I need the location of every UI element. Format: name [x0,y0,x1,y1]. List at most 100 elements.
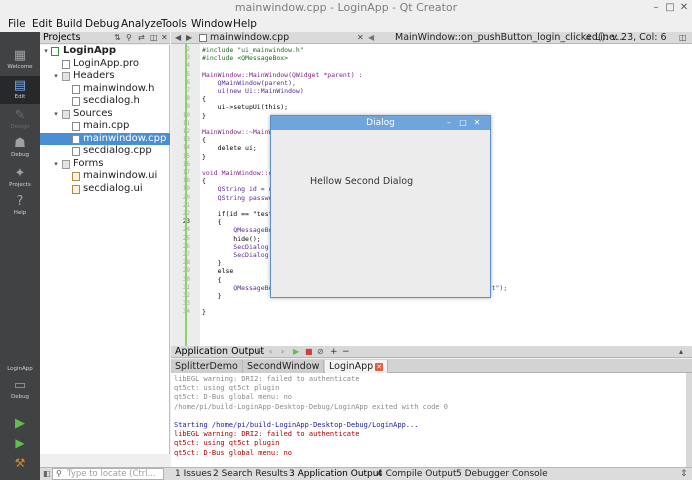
menu-tools[interactable]: Tools [161,16,187,32]
menu-debug[interactable]: Debug [85,16,120,32]
projects-header: Projects ⇅ ⚲ ⇄ ◫ ✕ [40,32,170,44]
tab-loginapp[interactable]: LoginApp ✕ [325,360,389,373]
next-icon[interactable]: › [281,346,284,358]
build-button[interactable]: ⚒ [0,456,40,472]
tree-item-secdialog-h[interactable]: secdialog.h [40,95,170,108]
code-line: delete ui; [202,144,257,153]
pro-file-icon [62,59,70,69]
attach-icon[interactable]: ⊢ [257,346,264,358]
tree-item-secdialog-cpp[interactable]: secdialog.cpp [40,145,170,158]
mode-welcome[interactable]: ▦ Welcome [0,48,40,74]
rerun-icon[interactable]: ▶ [293,346,299,358]
pane-debugger-console[interactable]: 5 Debugger Console [456,468,548,480]
code-line: } [202,111,206,120]
menu-help[interactable]: Help [233,16,257,32]
sort-icon[interactable]: ⇅ [114,32,121,44]
code-line: } [202,292,222,300]
clear-icon[interactable]: ⊘ [317,346,324,358]
mode-projects[interactable]: ✦ Projects [0,166,40,192]
close-document-icon[interactable]: ✕ [357,32,364,44]
tree-item-mainwindow-ui[interactable]: mainwindow.ui [40,170,170,183]
code-line: { [202,275,222,284]
mode-design[interactable]: ✎ Design [0,108,40,134]
menu-build[interactable]: Build [56,16,82,32]
output-scrollbar[interactable] [686,373,692,467]
panes-menu-icon[interactable]: ⇕ [680,468,688,480]
tree-item-mainwindow-h[interactable]: mainwindow.h [40,83,170,96]
project-icon [51,47,59,56]
tab-secondwindow[interactable]: SecondWindow [243,360,325,373]
second-dialog-window[interactable]: Dialog – □ ✕ Hellow Second Dialog [270,115,491,298]
tree-item-secdialog-ui[interactable]: secdialog.ui [40,183,170,196]
tree-item-forms[interactable]: ▾ Forms [40,158,170,171]
chevron-down-icon: ▾ [54,72,58,80]
menu-file[interactable]: File [8,16,26,32]
dialog-close-icon[interactable]: ✕ [471,116,483,130]
mode-edit[interactable]: ▤ Edit [0,76,40,104]
folder-icon [62,159,70,169]
tab-label: SecondWindow [247,361,320,372]
zoom-in-icon[interactable]: + [330,346,338,358]
mode-label: Edit [14,94,26,100]
close-icon[interactable]: ✕ [676,0,692,16]
split-editor-icon[interactable]: ◫ [679,32,687,44]
zoom-out-icon[interactable]: − [342,346,350,358]
menu-edit[interactable]: Edit [32,16,52,32]
menu-window[interactable]: Window [191,16,232,32]
line-number: 31 [172,284,190,291]
line-number: 27 [172,251,190,258]
code-line: ui(new Ui::MainWindow) [202,87,304,95]
line-number: 33 [172,300,190,307]
document-selector[interactable]: mainwindow.cpp [210,32,289,44]
stop-icon[interactable]: ■ [305,346,313,358]
tree-item-sources[interactable]: ▾ Sources [40,108,170,121]
sidebar-toggle-icon[interactable]: ◧ [43,468,51,480]
source-file-icon [72,134,80,144]
close-pane-icon[interactable]: ✕ [161,32,168,44]
code-line: #include <QMessageBox> [202,54,289,63]
cursor-position[interactable]: Line: 23, Col: 6 [595,32,667,44]
tab-splitterdemo[interactable]: SplitterDemo [171,360,243,373]
pane-compile-output[interactable]: 4 Compile Output [377,468,457,480]
prev-icon[interactable]: ‹ [269,346,272,358]
kit-selector[interactable]: ▭ Debug [0,378,40,408]
tree-item-loginapp-pro[interactable]: LoginApp.pro [40,58,170,71]
line-number: 15 [172,153,190,160]
function-chevron-icon: ◀ [368,33,375,42]
line-number: 4 [186,62,190,70]
locator-input[interactable]: ⚲ Type to locate (Ctrl... [52,468,164,480]
code-line: #include "ui_mainwindow.h" [202,46,304,54]
mode-help[interactable]: ? Help [0,194,40,220]
split-icon[interactable]: ◫ [150,32,158,44]
tree-item-mainwindow-cpp[interactable]: mainwindow.cpp [40,132,170,145]
debug-run-button[interactable]: ▶ [0,436,40,452]
tree-item-main-cpp[interactable]: main.cpp [40,120,170,133]
pane-issues[interactable]: 1 Issues [175,468,212,480]
dialog-minimize-icon[interactable]: – [443,116,455,130]
close-tab-icon[interactable]: ✕ [375,363,384,371]
pane-search-results[interactable]: 2 Search Results [213,468,288,480]
line-number: 19 [172,185,190,192]
monitor-icon: ▭ [13,378,27,393]
filter-icon[interactable]: ⚲ [126,32,132,44]
tree-item-loginapp[interactable]: ▾ LoginApp [40,45,170,58]
forward-arrow-icon[interactable]: ▶ [186,32,192,44]
projects-view-selector[interactable]: Projects [43,32,80,44]
tab-label: LoginApp [329,361,374,372]
link-icon[interactable]: ⇄ [138,32,145,44]
dialog-title-bar[interactable]: Dialog – □ ✕ [271,116,490,130]
line-number: 23 [172,218,190,225]
tree-item-headers[interactable]: ▾ Headers [40,70,170,83]
mode-debug[interactable]: ☗ Debug [0,136,40,162]
back-arrow-icon[interactable]: ◀ [175,32,181,44]
code-line: { [202,218,222,227]
run-button[interactable]: ▶ [0,416,40,432]
menu-analyze[interactable]: Analyze [121,16,162,32]
maximize-pane-icon[interactable]: ▴ [679,346,683,358]
line-number: 17 [172,169,190,176]
dialog-maximize-icon[interactable]: □ [457,116,469,130]
line-number: 6 [186,78,190,86]
application-output[interactable]: libEGL warning: DRI2: failed to authenti… [171,373,692,467]
chevron-down-icon: ▾ [54,159,58,168]
pane-application-output[interactable]: 3 Application Output [289,468,382,480]
